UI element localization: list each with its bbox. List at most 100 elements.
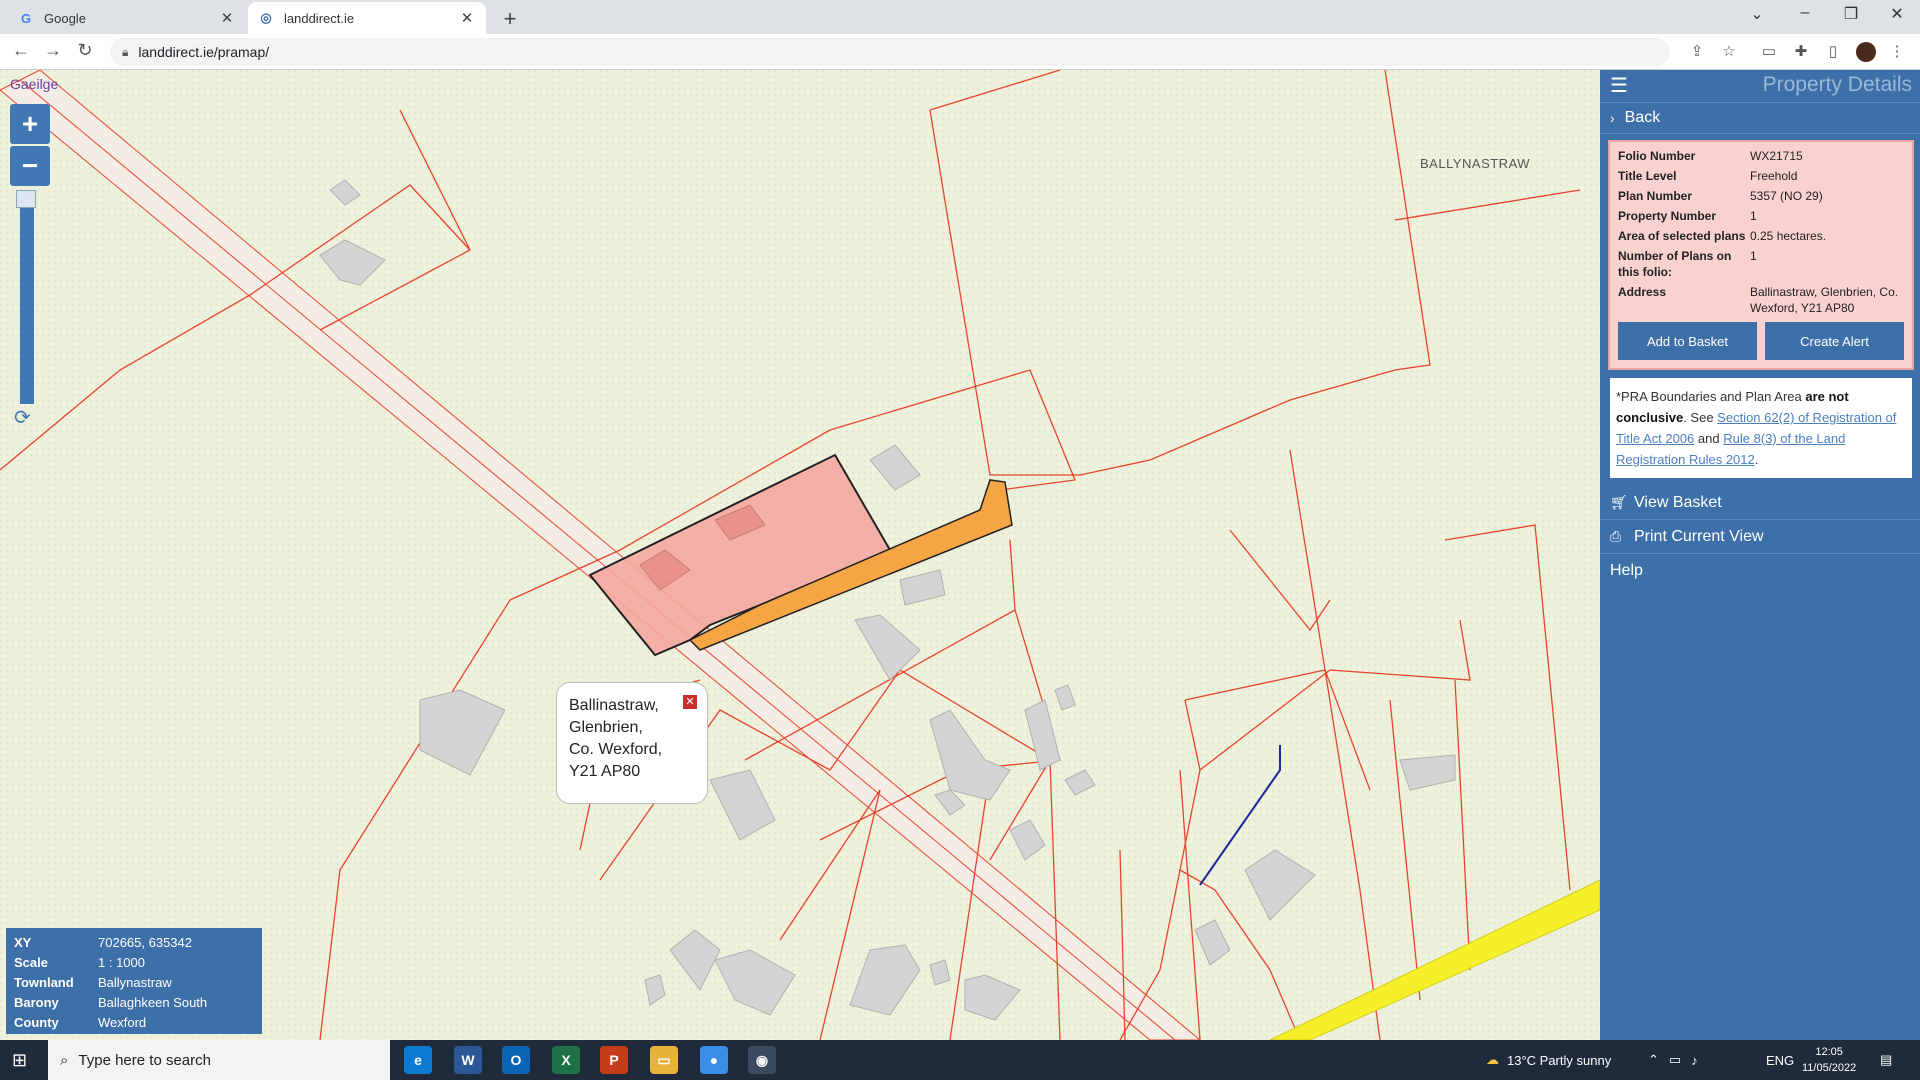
notifications-icon[interactable]: ▤	[1880, 1040, 1892, 1080]
detail-value: WX21715	[1750, 149, 1803, 163]
detail-value: 1	[1750, 209, 1757, 223]
detail-key: Plan Number	[1618, 189, 1693, 203]
detail-key: Number of Plans on this folio:	[1618, 249, 1732, 279]
volume-icon[interactable]: ♪	[1691, 1053, 1698, 1068]
info-row-barony: Barony Ballaghkeen South	[10, 992, 258, 1012]
word-icon[interactable]: W	[454, 1046, 482, 1074]
weather-widget[interactable]: ☁ 13°C Partly sunny	[1486, 1040, 1611, 1080]
detail-row: Property Number 1	[1618, 208, 1904, 224]
help-link[interactable]: Help	[1600, 554, 1920, 588]
detail-value: Freehold	[1750, 169, 1798, 183]
address-bar[interactable]: 🔒︎ landdirect.ie/pramap/	[110, 38, 1670, 66]
townland-label: BALLYNASTRAW	[1420, 156, 1531, 171]
extensions-icon[interactable]: ✚	[1790, 42, 1812, 60]
outlook-icon[interactable]: O	[502, 1046, 530, 1074]
hamburger-menu-icon[interactable]: ☰	[1610, 73, 1628, 98]
notice-text: *PRA Boundaries and Plan Area	[1616, 389, 1806, 404]
tab-strip: G Google ✕ ◎ landdirect.ie ✕ + ⌄ – ❐ ✕	[0, 0, 1920, 34]
detail-row: Folio Number WX21715	[1618, 148, 1904, 164]
map-canvas[interactable]: Gaeilge + − ⟳ BALLYNASTRAW ✕ Ballinastra…	[0, 70, 1600, 1040]
print-current-view-link[interactable]: ⎙ Print Current View	[1600, 520, 1920, 554]
view-basket-link[interactable]: 🛒︎ View Basket	[1600, 486, 1920, 520]
info-value: Ballaghkeen South	[98, 994, 208, 1010]
more-menu-icon[interactable]: ⋮	[1886, 42, 1908, 60]
detail-value: Ballinastraw, Glenbrien, Co. Wexford, Y2…	[1750, 285, 1899, 315]
add-to-basket-button[interactable]: Add to Basket	[1618, 322, 1757, 360]
zoom-out-button[interactable]: −	[10, 146, 50, 186]
zoom-slider-handle[interactable]	[16, 190, 36, 208]
address-callout: ✕ Ballinastraw, Glenbrien, Co. Wexford, …	[556, 682, 708, 804]
minimize-button[interactable]: –	[1790, 4, 1820, 22]
detail-key: Property Number	[1618, 209, 1717, 223]
property-details-panel: ☰ Property Details › Back Folio Number WX…	[1600, 70, 1920, 1040]
back-arrow-icon[interactable]: ←	[8, 40, 34, 61]
notice-text: .	[1754, 452, 1759, 467]
notice-text: and	[1694, 431, 1724, 446]
edge-icon[interactable]: e	[404, 1046, 432, 1074]
tab-landdirect[interactable]: ◎ landdirect.ie ✕	[248, 2, 486, 34]
windows-start-icon[interactable]: ⊞	[12, 1050, 27, 1071]
tray-icons[interactable]: ⌃ ▭ ♪	[1648, 1040, 1708, 1080]
detail-row: Number of Plans on this folio: 1	[1618, 248, 1904, 280]
tab-title: Google	[44, 10, 86, 26]
share-icon[interactable]: ⇪	[1686, 42, 1708, 60]
new-tab-button[interactable]: +	[498, 6, 522, 32]
info-row-scale: Scale 1 : 1000	[10, 952, 258, 972]
excel-icon[interactable]: X	[552, 1046, 580, 1074]
tab-google[interactable]: G Google ✕	[8, 2, 246, 34]
chrome-icon[interactable]: ◉	[748, 1046, 776, 1074]
file-explorer-icon[interactable]: ▭	[650, 1046, 678, 1074]
network-icon[interactable]: ▭	[1669, 1052, 1681, 1068]
detail-row: Title Level Freehold	[1618, 168, 1904, 184]
reload-icon[interactable]: ↻	[72, 40, 98, 61]
zoom-slider-track[interactable]	[20, 200, 34, 404]
chevron-right-icon: ›	[1610, 110, 1615, 126]
bookmark-star-icon[interactable]: ☆	[1718, 42, 1740, 60]
powerpoint-icon[interactable]: P	[600, 1046, 628, 1074]
info-key: Scale	[14, 954, 48, 970]
app-icon[interactable]: ●	[700, 1046, 728, 1074]
info-row-county: County Wexford	[10, 1012, 258, 1032]
close-tab-icon[interactable]: ✕	[218, 9, 236, 27]
callout-line: Co. Wexford,	[569, 741, 663, 758]
search-icon: ⌕	[60, 1051, 69, 1069]
restore-button[interactable]: ❐	[1836, 4, 1866, 24]
info-row-townland: Townland Ballynastraw	[10, 972, 258, 992]
close-tab-icon[interactable]: ✕	[458, 9, 476, 27]
map-info-box: XY 702665, 635342 Scale 1 : 1000 Townland B…	[6, 928, 262, 1034]
notice-text: . See	[1683, 410, 1718, 425]
refresh-icon[interactable]: ⟳	[14, 405, 31, 430]
clock-date: 11/05/2022	[1802, 1062, 1857, 1074]
profile-avatar[interactable]	[1856, 42, 1876, 62]
callout-line: Ballinastraw,	[569, 697, 659, 714]
back-link[interactable]: › Back	[1600, 102, 1920, 134]
property-details-box: Folio Number WX21715 Title Level Freehold …	[1608, 140, 1914, 370]
menu-label: Help	[1610, 562, 1643, 579]
detail-value: 0.25 hectares.	[1750, 229, 1827, 243]
forward-arrow-icon[interactable]: →	[40, 40, 66, 61]
language-indicator[interactable]: ENG	[1766, 1040, 1794, 1080]
chevron-up-icon[interactable]: ⌃	[1648, 1052, 1659, 1068]
clock[interactable]: 12:05 11/05/2022	[1802, 1044, 1856, 1076]
cart-icon: 🛒︎	[1610, 494, 1628, 510]
cast-icon[interactable]: ▭	[1758, 42, 1780, 60]
tab-search-icon[interactable]: ⌄	[1742, 4, 1772, 24]
panel-header: ☰ Property Details	[1600, 70, 1920, 100]
detail-key: Folio Number	[1618, 149, 1696, 163]
info-value: 1 : 1000	[98, 954, 145, 970]
clock-time: 12:05	[1815, 1046, 1843, 1058]
close-icon[interactable]: ✕	[683, 695, 697, 709]
detail-row: Area of selected plans 0.25 hectares.	[1618, 228, 1904, 244]
panel-title: Property Details	[1762, 73, 1912, 96]
boundary-notice: *PRA Boundaries and Plan Area are not co…	[1608, 376, 1914, 480]
taskbar-search-input[interactable]: ⌕ Type here to search	[48, 1040, 390, 1080]
info-key: Barony	[14, 994, 59, 1010]
side-panel-icon[interactable]: ▯	[1822, 42, 1844, 60]
close-window-button[interactable]: ✕	[1882, 4, 1912, 24]
detail-row: Address Ballinastraw, Glenbrien, Co. Wexf…	[1618, 284, 1904, 316]
zoom-in-button[interactable]: +	[10, 104, 50, 144]
callout-line: Glenbrien,	[569, 719, 643, 736]
create-alert-button[interactable]: Create Alert	[1765, 322, 1904, 360]
print-icon: ⎙	[1610, 528, 1622, 544]
language-link[interactable]: Gaeilge	[10, 76, 58, 92]
